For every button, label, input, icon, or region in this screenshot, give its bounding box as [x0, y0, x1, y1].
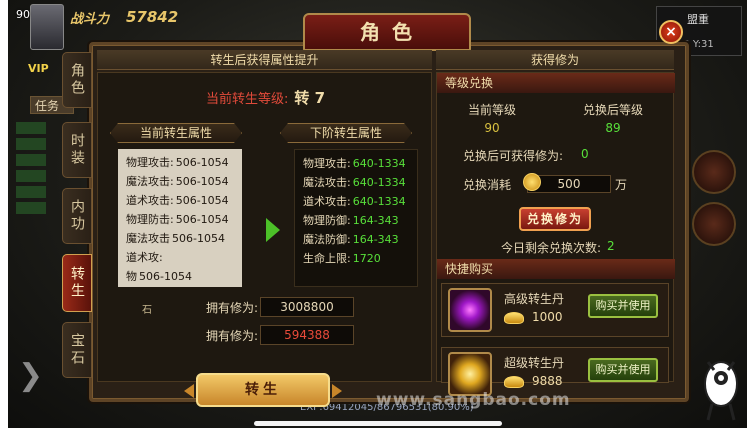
player-avatar[interactable] — [30, 4, 64, 50]
rebirth-section: 转生后获得属性提升 当前转生等级: 转 7 当前转生属性 下阶转生属性 物理攻击:… — [97, 50, 433, 407]
current-attrs-title: 当前转生属性 — [110, 123, 242, 143]
rebirth-header: 转生后获得属性提升 — [97, 50, 432, 70]
after-level-label: 兑换后等级 — [582, 103, 643, 117]
exchange-cultivation-button[interactable]: 兑换修为 — [519, 207, 591, 231]
remaining-exchanges-value: 2 — [607, 239, 615, 253]
game-viewport: 90 战斗力 57842 VIP 任务 盟重 52 Y:31 ❯ EXP:694… — [8, 0, 747, 428]
owned-cultivation-row: 拥有修为: 594388 — [98, 325, 433, 347]
attr-row: 魔法防御: 164-343 — [303, 233, 399, 246]
next-attrs-list: 物理攻击: 640-1334 魔法攻击: 640-1334 道术攻击: 640-133… — [294, 149, 418, 287]
arrow-right-icon — [266, 218, 280, 242]
watermark: www.sangbao.com — [376, 390, 571, 410]
required-cultivation-label: 拥有修为: — [205, 301, 258, 315]
cost-label: 兑换消耗 — [463, 178, 512, 192]
coin-icon — [523, 173, 541, 191]
attr-row: 道术攻击: 640-1334 — [303, 195, 406, 208]
cultivation-section: 获得修为 等级兑换 当前等级 兑换后等级 90 89 兑换后可获得修为: 0 兑… — [436, 50, 675, 396]
rebirth-body: 当前转生等级: 转 7 当前转生属性 下阶转生属性 物理攻击: 506-1054 魔… — [97, 72, 433, 407]
power-value: 57842 — [126, 8, 179, 26]
quick-buy-header: 快捷购买 — [437, 259, 675, 279]
attr-row: 生命上限: 1720 — [303, 252, 381, 265]
attr-row: 魔法攻击: 640-1334 — [303, 176, 406, 189]
player-level: 90 — [16, 8, 30, 21]
shop-item-super-pill: 超级转生丹 9888 购买并使用 — [441, 347, 669, 396]
tab-fashion[interactable]: 时装 — [62, 122, 92, 178]
rebirth-button[interactable]: 转生 — [184, 373, 342, 407]
current-rebirth-label: 当前转生等级: — [205, 92, 289, 107]
tab-inner-power[interactable]: 内功 — [62, 188, 92, 244]
gold-ingot-icon — [504, 312, 524, 324]
current-attrs-list: 物理攻击: 506-1054 魔法攻击: 506-1054 道术攻击: 506-105… — [118, 149, 242, 287]
gain-cultivation-value: 0 — [581, 147, 589, 161]
cost-unit: 万 — [615, 178, 628, 192]
stone-label: 石 — [142, 305, 152, 316]
required-cultivation-value: 3008800 — [260, 297, 354, 317]
mascot-logo-icon — [704, 361, 738, 421]
attr-row: 物理防击: 506-1054 — [126, 213, 229, 226]
gold-ingot-icon — [504, 376, 524, 388]
tab-gem[interactable]: 宝石 — [62, 322, 92, 378]
owned-cultivation-label: 拥有修为: — [205, 329, 258, 343]
attr-row: 道术攻: — [126, 251, 163, 264]
buy-and-use-button[interactable]: 购买并使用 — [588, 358, 658, 382]
attr-row: 物理攻击: 640-1334 — [303, 157, 406, 170]
tab-rebirth[interactable]: 转生 — [62, 254, 92, 312]
tab-role[interactable]: 角色 — [62, 52, 92, 108]
attr-row: 魔法攻击 506-1054 — [126, 232, 225, 245]
required-cultivation-row: 石 拥有修为: 3008800 — [98, 297, 433, 319]
remaining-exchanges-label: 今日剩余兑换次数: — [501, 241, 602, 255]
panel-title: 角色 — [303, 13, 471, 51]
power-label: 战斗力 — [70, 12, 110, 27]
after-level-value: 89 — [605, 121, 621, 135]
next-attrs-title: 下阶转生属性 — [280, 123, 412, 143]
cultivation-header: 获得修为 — [436, 50, 674, 70]
map-name: 盟重 — [687, 13, 709, 26]
task-list — [16, 122, 46, 218]
skill-button[interactable] — [692, 150, 736, 194]
shop-item-name: 超级转生丹 — [504, 356, 565, 370]
vip-badge[interactable]: VIP — [28, 62, 49, 75]
attr-row: 魔法攻击: 506-1054 — [126, 175, 229, 188]
current-rebirth-value: 转 7 — [294, 89, 326, 107]
current-level-label: 当前等级 — [467, 103, 516, 117]
shop-item-advanced-pill: 高级转生丹 1000 购买并使用 — [441, 283, 669, 337]
attr-row: 物理攻击: 506-1054 — [126, 156, 229, 169]
cultivation-body: 等级兑换 当前等级 兑换后等级 90 89 兑换后可获得修为: 0 兑换消耗 5… — [436, 72, 675, 396]
current-level-value: 90 — [484, 121, 500, 135]
close-button[interactable]: × — [659, 20, 683, 44]
left-arrow-icon[interactable]: ❯ — [18, 358, 43, 393]
owned-cultivation-value: 594388 — [260, 325, 354, 345]
shop-item-price: 1000 — [532, 310, 563, 324]
purple-pill-icon — [448, 288, 492, 332]
shop-item-name: 高级转生丹 — [504, 292, 565, 306]
attr-row: 物 506-1054 — [126, 270, 192, 283]
attr-row: 物理防御: 164-343 — [303, 214, 399, 227]
home-indicator[interactable] — [254, 421, 502, 426]
shop-item-price: 9888 — [532, 374, 563, 388]
gain-cultivation-label: 兑换后可获得修为: — [463, 149, 564, 163]
skill-button[interactable] — [692, 202, 736, 246]
current-rebirth-level: 当前转生等级: 转 7 — [98, 87, 433, 108]
level-exchange-header: 等级兑换 — [437, 73, 675, 93]
buy-and-use-button[interactable]: 购买并使用 — [588, 294, 658, 318]
attr-row: 道术攻击: 506-1054 — [126, 194, 229, 207]
